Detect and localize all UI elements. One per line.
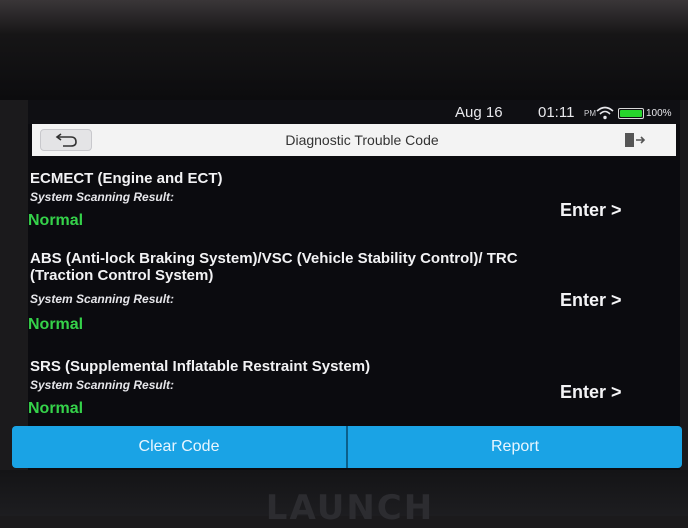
system-name: ECMECT (Engine and ECT) xyxy=(30,170,223,187)
device-screen: Aug 16 01:11 PM 100% Diagnostic Trouble … xyxy=(28,100,680,470)
system-row: ECMECT (Engine and ECT) System Scanning … xyxy=(28,170,680,234)
scan-result-label: System Scanning Result: xyxy=(30,292,175,306)
enter-button[interactable]: Enter > xyxy=(560,382,622,403)
system-name: ABS (Anti-lock Braking System)/VSC (Vehi… xyxy=(30,250,518,284)
system-row: SRS (Supplemental Inflatable Restraint S… xyxy=(28,358,680,422)
clear-code-button[interactable]: Clear Code xyxy=(12,426,348,468)
status-date: Aug 16 xyxy=(455,104,503,121)
page-title: Diagnostic Trouble Code xyxy=(285,132,439,148)
system-row: ABS (Anti-lock Braking System)/VSC (Vehi… xyxy=(28,250,680,334)
scan-status: Normal xyxy=(28,316,84,333)
system-name: SRS (Supplemental Inflatable Restraint S… xyxy=(30,358,371,375)
scan-result-label: System Scanning Result: xyxy=(30,378,175,392)
status-ampm: PM xyxy=(584,109,596,118)
battery-level-fill xyxy=(620,110,642,117)
scan-status: Normal xyxy=(28,400,84,417)
enter-button[interactable]: Enter > xyxy=(560,290,622,311)
device-bezel-top xyxy=(0,0,688,100)
enter-button[interactable]: Enter > xyxy=(560,200,622,221)
battery-percent: 100% xyxy=(646,108,672,119)
report-button[interactable]: Report xyxy=(348,426,682,468)
brand-logo: LAUNCH xyxy=(265,488,435,528)
back-button[interactable] xyxy=(40,129,92,151)
scan-result-label: System Scanning Result: xyxy=(30,190,175,204)
wifi-icon xyxy=(596,106,614,120)
title-bar: Diagnostic Trouble Code xyxy=(32,124,676,156)
exit-icon[interactable] xyxy=(622,130,646,150)
battery-icon xyxy=(618,108,644,119)
status-bar: Aug 16 01:11 PM 100% xyxy=(28,100,680,124)
back-arrow-icon xyxy=(55,133,77,147)
scan-status: Normal xyxy=(28,212,84,229)
action-bar: Clear Code Report xyxy=(12,426,682,468)
status-time: 01:11 xyxy=(538,104,575,121)
